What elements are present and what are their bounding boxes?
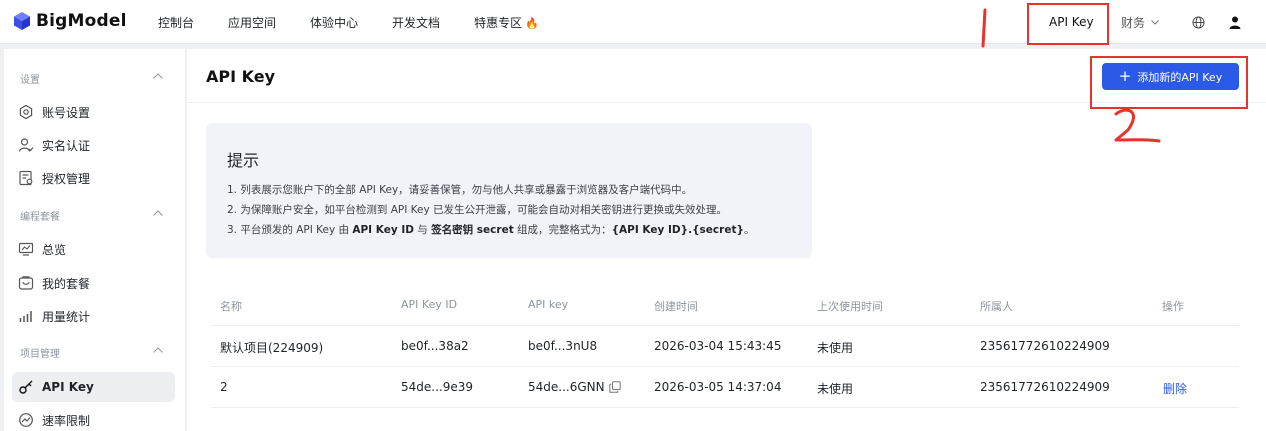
- chevron-down-icon: [1151, 19, 1159, 25]
- nav-app-space[interactable]: 应用空间: [228, 14, 276, 31]
- sidebar-item-api-key[interactable]: API Key: [18, 378, 94, 396]
- tip-line-1: 1. 列表展示您账户下的全部 API Key，请妥善保管，勿与他人共享或暴露于浏…: [227, 184, 693, 196]
- package-icon: [18, 276, 34, 290]
- gauge-icon: [19, 413, 33, 427]
- cell-api-key: 54de...6GNN: [528, 380, 621, 394]
- tip-line-3-secret: 签名密钥 secret: [431, 224, 514, 236]
- cell-owner: 23561772610224909: [980, 380, 1110, 394]
- sidebar-section-project-management[interactable]: 项目管理: [20, 345, 60, 360]
- copy-icon[interactable]: [608, 381, 621, 393]
- nav-finance-dropdown[interactable]: 财务: [1121, 0, 1159, 44]
- authorization-icon: [19, 170, 33, 186]
- cell-name: 2: [220, 380, 228, 394]
- sidebar-item-label: API Key: [42, 380, 94, 394]
- brand-logo-icon: [14, 12, 30, 30]
- bar-chart-icon: [19, 311, 32, 322]
- tip-line-3-key-id: API Key ID: [352, 224, 414, 236]
- nav-dev-docs[interactable]: 开发文档: [392, 14, 440, 31]
- cell-created: 2026-03-04 15:43:45: [654, 339, 782, 353]
- key-icon: [19, 380, 33, 394]
- sidebar-item-identity-verification[interactable]: 实名认证: [18, 136, 90, 154]
- tip-line-2: 2. 为保障账户安全，如平台检测到 API Key 已发生公开泄露，可能会自动对…: [227, 204, 728, 216]
- sidebar-item-overview[interactable]: 总览: [18, 240, 66, 258]
- nav-special-offers-label: 特惠专区: [474, 15, 523, 30]
- cell-last-used: 未使用: [817, 382, 854, 396]
- sidebar-item-rate-limit[interactable]: 速率限制: [18, 411, 90, 429]
- tip-line-3: 3. 平台颁发的 API Key 由 API Key ID 与 签名密钥 sec…: [227, 222, 754, 237]
- settings-icon: [19, 104, 33, 120]
- sidebar-item-label: 总览: [42, 242, 67, 257]
- fire-icon: 🔥: [525, 16, 539, 30]
- column-header-key-id: API Key ID: [401, 298, 458, 311]
- cell-api-key: be0f...3nU8: [528, 339, 598, 353]
- sidebar-item-usage-stats[interactable]: 用量统计: [18, 307, 90, 325]
- sidebar-item-label: 授权管理: [42, 171, 91, 186]
- sidebar-item-label: 实名认证: [42, 138, 91, 153]
- delete-button[interactable]: 删除: [1163, 380, 1187, 397]
- column-header-name: 名称: [220, 300, 242, 313]
- sidebar-item-my-plans[interactable]: 我的套餐: [18, 274, 90, 292]
- tip-line-3-part: 组成，完整格式为：: [513, 224, 612, 236]
- cell-last-used: 未使用: [817, 341, 854, 355]
- nav-special-offers[interactable]: 特惠专区 🔥: [474, 14, 539, 31]
- cell-name: 默认项目(224909): [220, 341, 324, 355]
- brand-logo[interactable]: BigModel: [14, 11, 127, 31]
- column-header-actions: 操作: [1162, 300, 1184, 313]
- cell-key-id: 54de...9e39: [401, 380, 473, 394]
- annotation-box-2: [1090, 56, 1248, 109]
- sidebar-item-label: 我的套餐: [42, 276, 91, 291]
- tip-line-3-format: {API Key ID}.{secret}: [611, 224, 744, 236]
- sidebar: 设置 账号设置 实名认证 授权管理 编程套餐 总览 我的套餐 用量统计 项目管理…: [4, 49, 185, 431]
- user-verify-icon: [18, 138, 34, 152]
- annotation-box-1: [1027, 3, 1109, 45]
- user-menu-button[interactable]: [1229, 0, 1241, 44]
- tip-line-3-part: 与: [413, 224, 432, 236]
- column-header-owner: 所属人: [980, 300, 1013, 313]
- user-icon: [1229, 16, 1241, 29]
- table-header-divider: [211, 325, 1239, 326]
- cell-key-id: be0f...38a2: [401, 339, 469, 353]
- tip-title: 提示: [227, 151, 260, 170]
- cell-created: 2026-03-05 14:37:04: [654, 380, 782, 394]
- nav-console[interactable]: 控制台: [158, 14, 194, 31]
- sidebar-section-coding-plan[interactable]: 编程套餐: [20, 208, 60, 223]
- chevron-up-icon[interactable]: [153, 73, 163, 79]
- nav-experience-center[interactable]: 体验中心: [310, 14, 358, 31]
- column-header-created: 创建时间: [654, 300, 698, 313]
- cell-owner: 23561772610224909: [980, 339, 1110, 353]
- sidebar-item-authorization[interactable]: 授权管理: [18, 169, 90, 187]
- chevron-up-icon[interactable]: [153, 347, 163, 353]
- tip-line-3-part: 3. 平台颁发的 API Key 由: [227, 224, 353, 236]
- page-title: API Key: [206, 67, 276, 86]
- row-divider: [211, 366, 1239, 367]
- sidebar-item-label: 用量统计: [42, 309, 91, 324]
- main-nav: 控制台 应用空间 体验中心 开发文档 特惠专区 🔥: [158, 0, 573, 44]
- sidebar-item-account-settings[interactable]: 账号设置: [18, 103, 90, 121]
- tip-box: 提示 1. 列表展示您账户下的全部 API Key，请妥善保管，勿与他人共享或暴…: [206, 123, 812, 258]
- brand-name: BigModel: [36, 11, 127, 31]
- globe-icon: [1192, 15, 1205, 29]
- tip-line-3-part: 。: [743, 224, 755, 236]
- row-divider: [211, 407, 1239, 408]
- cell-api-key-value: 54de...6GNN: [528, 380, 605, 394]
- column-header-api-key: API key: [528, 298, 569, 311]
- chevron-up-icon[interactable]: [153, 210, 163, 216]
- sidebar-item-label: 账号设置: [42, 105, 91, 120]
- dashboard-icon: [18, 242, 34, 256]
- nav-finance-label: 财务: [1121, 15, 1146, 30]
- sidebar-item-label: 速率限制: [42, 413, 91, 428]
- column-header-last-used: 上次使用时间: [817, 300, 883, 313]
- sidebar-section-settings[interactable]: 设置: [20, 71, 40, 86]
- language-button[interactable]: [1192, 0, 1205, 44]
